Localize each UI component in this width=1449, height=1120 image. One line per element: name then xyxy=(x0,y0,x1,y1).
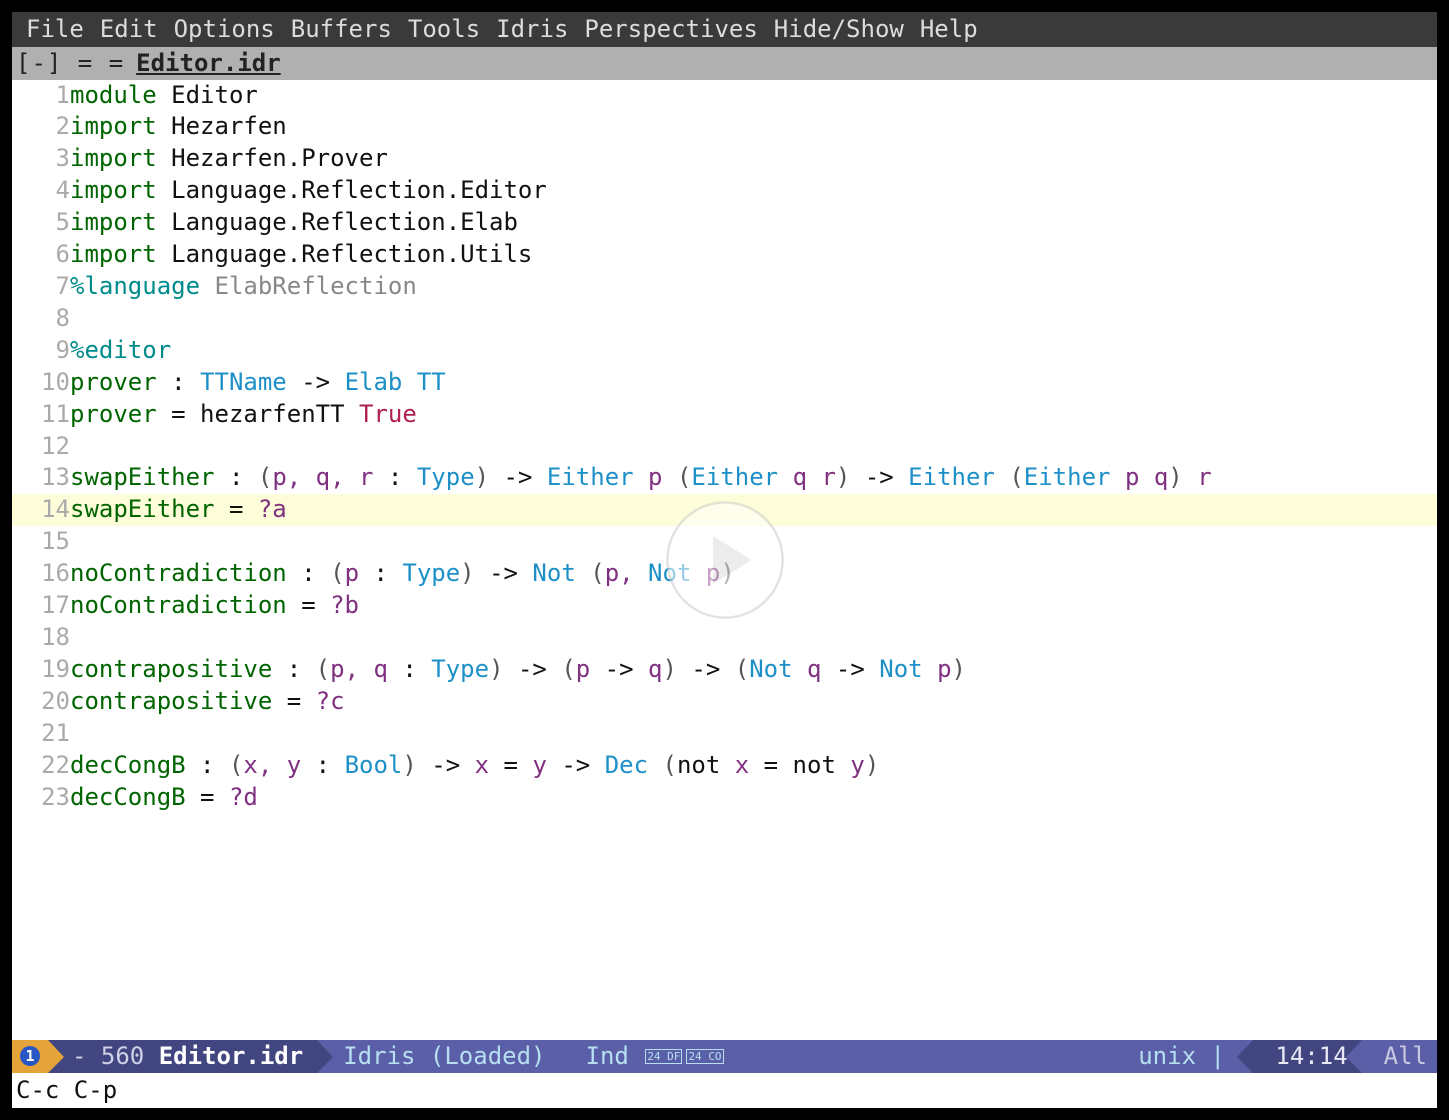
code-line[interactable]: 5import Language.Reflection.Elab xyxy=(12,207,1437,239)
code-line[interactable]: 12 xyxy=(12,431,1437,463)
code-content[interactable]: module Editor xyxy=(70,80,1437,112)
line-number: 17 xyxy=(12,590,70,622)
modeline-scroll[interactable]: All xyxy=(1362,1040,1437,1073)
modeline-workspace-badge[interactable]: 1 xyxy=(12,1040,48,1073)
code-content[interactable]: contrapositive = ?c xyxy=(70,686,1437,718)
code-line[interactable]: 11prover = hezarfenTT True xyxy=(12,399,1437,431)
code-line[interactable]: 7%language ElabReflection xyxy=(12,271,1437,303)
box-glyph-icon: 24 DF xyxy=(645,1049,682,1064)
line-number: 10 xyxy=(12,367,70,399)
modeline-encoding[interactable]: unix | xyxy=(1124,1040,1253,1073)
line-number: 1 xyxy=(12,80,70,112)
code-line[interactable]: 9%editor xyxy=(12,335,1437,367)
modeline-filename: Editor.idr xyxy=(159,1040,304,1072)
menu-tools[interactable]: Tools xyxy=(400,14,488,45)
line-number: 7 xyxy=(12,271,70,303)
code-line[interactable]: 17noContradiction = ?b xyxy=(12,590,1437,622)
code-line[interactable]: 6import Language.Reflection.Utils xyxy=(12,239,1437,271)
line-number: 23 xyxy=(12,782,70,814)
code-line[interactable]: 22decCongB : (x, y : Bool) -> x = y -> D… xyxy=(12,750,1437,782)
line-number: 21 xyxy=(12,718,70,750)
line-number: 9 xyxy=(12,335,70,367)
line-number: 18 xyxy=(12,622,70,654)
code-content[interactable]: import Language.Reflection.Editor xyxy=(70,175,1437,207)
line-number: 11 xyxy=(12,399,70,431)
mode-line: 1 - 560 Editor.idr Idris (Loaded) Ind 24… xyxy=(12,1040,1437,1073)
menu-idris[interactable]: Idris xyxy=(488,14,576,45)
tab-bar[interactable]: [-] = = Editor.idr xyxy=(12,47,1437,79)
code-content[interactable]: %editor xyxy=(70,335,1437,367)
line-number: 19 xyxy=(12,654,70,686)
line-number: 8 xyxy=(12,303,70,335)
code-content[interactable]: import Hezarfen.Prover xyxy=(70,143,1437,175)
line-number: 22 xyxy=(12,750,70,782)
code-content[interactable]: noContradiction = ?b xyxy=(70,590,1437,622)
code-content[interactable]: prover = hezarfenTT True xyxy=(70,399,1437,431)
code-line[interactable]: 20contrapositive = ?c xyxy=(12,686,1437,718)
code-content[interactable]: import Language.Reflection.Elab xyxy=(70,207,1437,239)
menu-perspectives[interactable]: Perspectives xyxy=(576,14,765,45)
code-line[interactable]: 21 xyxy=(12,718,1437,750)
modeline-spacer xyxy=(740,1040,1125,1073)
code-content[interactable] xyxy=(70,718,1437,750)
menu-help[interactable]: Help xyxy=(912,14,986,45)
line-number: 3 xyxy=(12,143,70,175)
line-number: 4 xyxy=(12,175,70,207)
minibuffer[interactable]: C-c C-p xyxy=(12,1073,1437,1108)
code-line[interactable]: 1module Editor xyxy=(12,80,1437,112)
code-line[interactable]: 13swapEither : (p, q, r : Type) -> Eithe… xyxy=(12,462,1437,494)
code-content[interactable]: decCongB = ?d xyxy=(70,782,1437,814)
code-content[interactable]: %language ElabReflection xyxy=(70,271,1437,303)
code-line[interactable]: 8 xyxy=(12,303,1437,335)
code-line[interactable]: 18 xyxy=(12,622,1437,654)
line-number: 13 xyxy=(12,462,70,494)
line-number: 16 xyxy=(12,558,70,590)
line-number: 2 xyxy=(12,111,70,143)
workspace-number-icon: 1 xyxy=(20,1046,40,1066)
code-content[interactable]: contrapositive : (p, q : Type) -> (p -> … xyxy=(70,654,1437,686)
code-content[interactable]: swapEither = ?a xyxy=(70,494,1437,526)
modeline-major-mode[interactable]: Idris (Loaded) xyxy=(317,1040,559,1073)
code-line[interactable]: 15 xyxy=(12,526,1437,558)
line-number: 15 xyxy=(12,526,70,558)
modeline-file-segment[interactable]: - 560 Editor.idr xyxy=(48,1040,317,1073)
modeline-minor-modes[interactable]: Ind 24 DF 24 CO xyxy=(560,1040,740,1073)
line-number: 6 xyxy=(12,239,70,271)
file-status: - 560 xyxy=(72,1040,144,1072)
code-line[interactable]: 14swapEither = ?a xyxy=(12,494,1437,526)
code-line[interactable]: 10prover : TTName -> Elab TT xyxy=(12,367,1437,399)
menu-edit[interactable]: Edit xyxy=(92,14,166,45)
code-content[interactable]: import Hezarfen xyxy=(70,111,1437,143)
menu-buffers[interactable]: Buffers xyxy=(283,14,400,45)
menu-hide-show[interactable]: Hide/Show xyxy=(766,14,912,45)
line-number: 14 xyxy=(12,494,70,526)
code-line[interactable]: 3import Hezarfen.Prover xyxy=(12,143,1437,175)
menu-options[interactable]: Options xyxy=(166,14,283,45)
code-content[interactable]: decCongB : (x, y : Bool) -> x = y -> Dec… xyxy=(70,750,1437,782)
code-content[interactable]: prover : TTName -> Elab TT xyxy=(70,367,1437,399)
code-content[interactable] xyxy=(70,303,1437,335)
menu-file[interactable]: File xyxy=(18,14,92,45)
code-content[interactable]: noContradiction : (p : Type) -> Not (p, … xyxy=(70,558,1437,590)
code-content[interactable]: import Language.Reflection.Utils xyxy=(70,239,1437,271)
tab-filename[interactable]: Editor.idr xyxy=(136,47,281,79)
code-editor[interactable]: 1module Editor2import Hezarfen3import He… xyxy=(12,80,1437,1040)
tab-prefix: [-] = = xyxy=(16,47,124,79)
code-content[interactable]: swapEither : (p, q, r : Type) -> Either … xyxy=(70,462,1437,494)
code-line[interactable]: 16noContradiction : (p : Type) -> Not (p… xyxy=(12,558,1437,590)
code-line[interactable]: 4import Language.Reflection.Editor xyxy=(12,175,1437,207)
line-number: 5 xyxy=(12,207,70,239)
code-content[interactable] xyxy=(70,431,1437,463)
menu-bar[interactable]: FileEditOptionsBuffersToolsIdrisPerspect… xyxy=(12,12,1437,47)
line-number: 12 xyxy=(12,431,70,463)
code-content[interactable] xyxy=(70,526,1437,558)
box-glyph-icon: 24 CO xyxy=(686,1049,723,1064)
code-line[interactable]: 19contrapositive : (p, q : Type) -> (p -… xyxy=(12,654,1437,686)
code-content[interactable] xyxy=(70,622,1437,654)
code-line[interactable]: 2import Hezarfen xyxy=(12,111,1437,143)
code-line[interactable]: 23decCongB = ?d xyxy=(12,782,1437,814)
line-number: 20 xyxy=(12,686,70,718)
minibuffer-text: C-c C-p xyxy=(16,1076,117,1104)
